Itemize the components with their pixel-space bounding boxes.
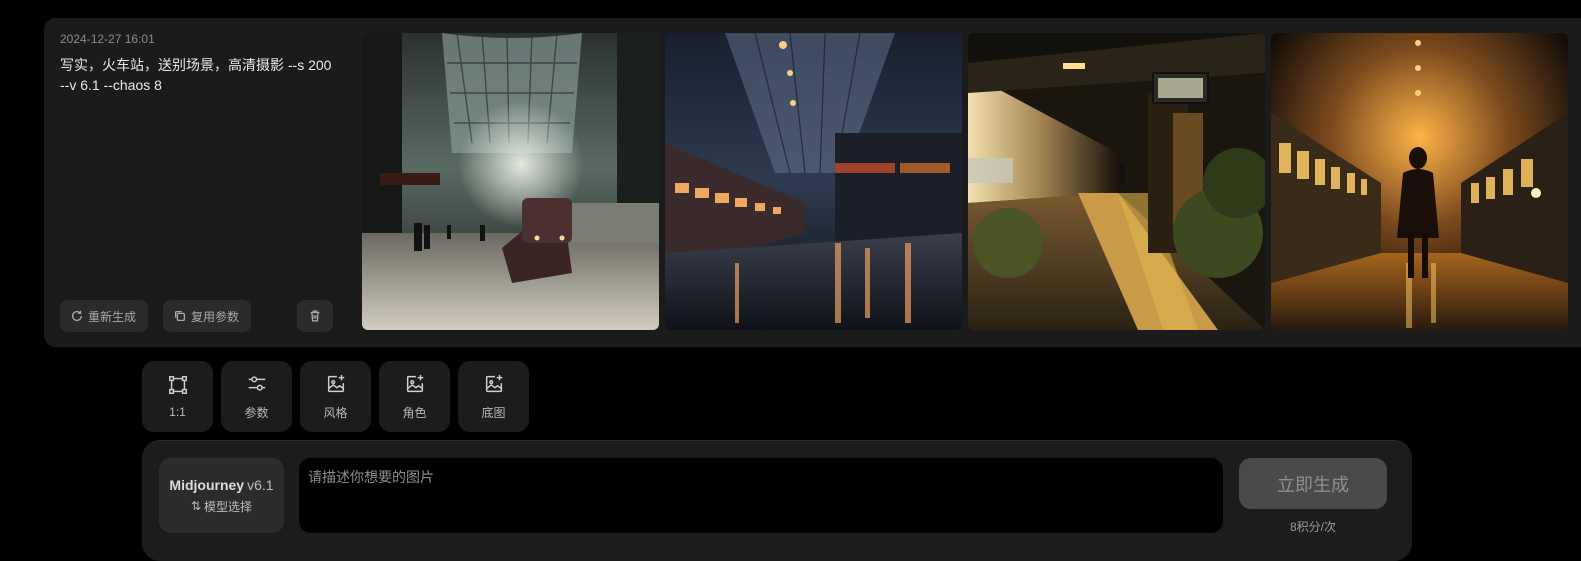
result-meta: 2024-12-27 16:01 写实，火车站，送别场景，高清摄影 --s 20… (60, 32, 340, 333)
tool-character[interactable]: 角色 (379, 361, 450, 432)
prompt-input[interactable] (299, 458, 1223, 533)
cost-label: 8积分/次 (1289, 520, 1336, 534)
image-plus-icon (327, 374, 344, 392)
model-version: v6.1 (247, 476, 274, 493)
tool-base-image-label: 底图 (481, 405, 506, 420)
result-images (362, 33, 1581, 330)
result-card: 2024-12-27 16:01 写实，火车站，送别场景，高清摄影 --s 20… (44, 18, 1581, 347)
model-name: Midjourney (169, 476, 245, 493)
copy-icon (174, 310, 186, 322)
reuse-params-label: 复用参数 (191, 309, 240, 324)
model-selector[interactable]: Midjourney v6.1 ⇅ 模型选择 (159, 458, 284, 533)
result-image-3[interactable] (968, 33, 1265, 330)
reuse-params-button[interactable]: 复用参数 (163, 300, 251, 332)
tool-base-image[interactable]: 底图 (458, 361, 529, 432)
model-name-row: Midjourney v6.1 (169, 477, 273, 493)
tool-aspect-ratio[interactable]: 1:1 (142, 361, 213, 432)
trash-icon (310, 310, 320, 322)
model-switch-label: 模型选择 (204, 499, 253, 514)
image-plus-icon (485, 374, 502, 392)
delete-button[interactable] (297, 300, 333, 332)
model-switch: ⇅ 模型选择 (191, 498, 252, 515)
result-image-2[interactable] (665, 33, 962, 330)
sliders-icon (248, 375, 265, 391)
regenerate-button[interactable]: 重新生成 (60, 300, 148, 332)
tool-aspect-ratio-label: 1:1 (169, 405, 186, 419)
tool-params-label: 参数 (244, 405, 269, 420)
result-timestamp: 2024-12-27 16:01 (60, 32, 155, 46)
tool-bar: 1:1 参数 风格 角色 底图 (142, 361, 529, 432)
tool-style[interactable]: 风格 (300, 361, 371, 432)
swap-icon: ⇅ (190, 499, 202, 513)
generate-button[interactable]: 立即生成 (1239, 458, 1387, 509)
tool-params[interactable]: 参数 (221, 361, 292, 432)
tool-style-label: 风格 (323, 405, 348, 420)
result-prompt: 写实，火车站，送别场景，高清摄影 --s 200 --v 6.1 --chaos… (60, 57, 332, 93)
image-plus-icon (406, 374, 423, 392)
regenerate-label: 重新生成 (88, 309, 137, 324)
result-actions: 重新生成 复用参数 (60, 300, 349, 332)
result-image-1[interactable] (362, 33, 659, 330)
refresh-icon (71, 310, 83, 321)
aspect-ratio-icon (168, 376, 187, 394)
result-image-4[interactable] (1271, 33, 1568, 330)
tool-character-label: 角色 (402, 405, 427, 420)
